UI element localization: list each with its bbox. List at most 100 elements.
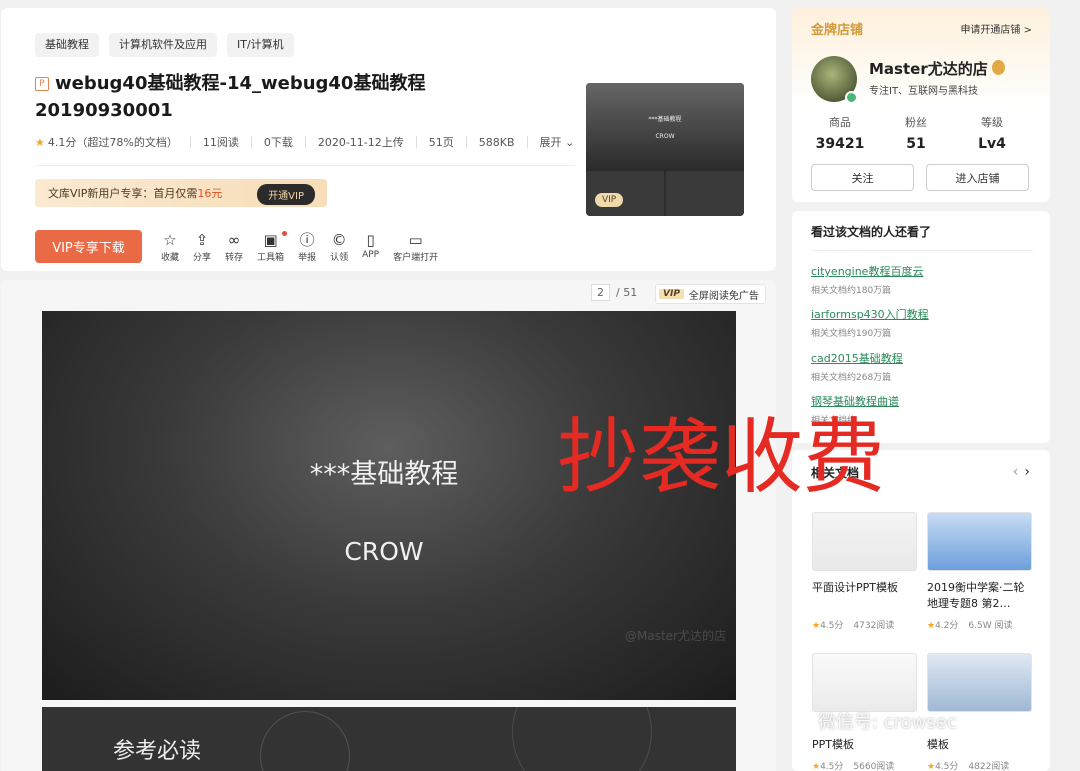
shop-name[interactable]: Master尤达的店: [869, 58, 988, 79]
tool-label: 分享: [193, 253, 212, 263]
rating-star-icon: ★: [812, 621, 821, 631]
tool-label: 举报: [298, 253, 317, 263]
slide-page: 参考必读: [42, 707, 736, 771]
related-doc-thumbnail: [927, 512, 1032, 571]
divider: [304, 136, 306, 148]
shop-description: 专注IT、互联网与黑科技: [869, 86, 979, 97]
tag-item[interactable]: 基础教程: [35, 33, 99, 57]
related-doc-thumbnail: [927, 653, 1032, 712]
chevron-right-icon[interactable]: ›: [1024, 464, 1030, 480]
tool-report[interactable]: ⓘ 举报: [298, 231, 317, 264]
tool-save-to[interactable]: ∞ 转存: [225, 232, 243, 264]
wechat-watermark: 微信号: crowsec: [818, 712, 957, 733]
fullscreen-read-label: 全屏阅读免广告: [688, 290, 759, 302]
tool-claim[interactable]: © 认领: [330, 231, 349, 264]
star-icon: ☆: [163, 231, 177, 249]
section-divider: [35, 165, 575, 166]
slide-page: ***基础教程 CROW @Master尤达的店: [42, 311, 736, 700]
document-info-card: 基础教程 计算机软件及应用 IT/计算机 Pwebug40基础教程-14_web…: [1, 8, 776, 271]
phone-icon: ▯: [366, 231, 375, 249]
ppt-file-icon: P: [35, 77, 49, 91]
vip-download-button[interactable]: VIP专享下载: [35, 230, 142, 263]
expand-toggle[interactable]: 展开 ⌄: [540, 134, 575, 150]
document-viewer: 2 / 51 VIP 全屏阅读免广告 ***基础教程 CROW @Master尤…: [1, 280, 776, 771]
tag-list: 基础教程 计算机软件及应用 IT/计算机: [35, 33, 294, 57]
chevron-left-icon[interactable]: ‹: [1013, 464, 1019, 480]
vip-promo-banner[interactable]: 文库VIP新用户专享：首月仅需 16元 开通VIP: [35, 179, 327, 207]
tool-label: 认领: [330, 253, 349, 263]
fullscreen-read-button[interactable]: VIP 全屏阅读免广告: [655, 284, 766, 304]
tool-label: APP: [362, 250, 380, 260]
rating-star-icon: ★: [35, 135, 45, 149]
current-page-input[interactable]: 2: [591, 284, 610, 301]
follow-button[interactable]: 关注: [811, 164, 914, 191]
related-doc-reads: 6.5W 阅读: [968, 621, 1013, 631]
also-viewed-link[interactable]: cad2015基础教程: [811, 350, 903, 366]
tool-client-open[interactable]: ▭ 客户端打开: [393, 231, 438, 264]
decorative-circle: [260, 711, 350, 771]
also-viewed-link[interactable]: iarformsp430入门教程: [811, 306, 929, 322]
related-doc-title: 2019衡中学案·二轮地理专题8 第2…: [927, 581, 1025, 610]
list-item[interactable]: cad2015基础教程 相关文档约268万篇: [811, 350, 903, 383]
vip-promo-price: 16元: [197, 187, 223, 200]
tool-bar: ☆ 收藏 ⇪ 分享 ∞ 转存 ▣ 工具箱 ⓘ 举报 © 认领 ▯ APP ▭ 客…: [161, 231, 452, 264]
tag-item[interactable]: 计算机软件及应用: [109, 33, 217, 57]
title-block: Pwebug40基础教程-14_webug40基础教程20190930001: [35, 70, 555, 124]
tag-item[interactable]: IT/计算机: [227, 33, 294, 57]
divider: [250, 136, 252, 148]
divider: [811, 250, 1033, 251]
open-vip-button[interactable]: 开通VIP: [257, 184, 315, 205]
report-icon: ⓘ: [299, 231, 315, 249]
slide-title: 参考必读: [113, 739, 202, 764]
medal-icon: [992, 60, 1005, 75]
related-doc-item[interactable]: 2019衡中学案·二轮地理专题8 第2… ★4.2分 6.5W 阅读: [927, 512, 1032, 631]
expand-label: 展开: [539, 136, 562, 149]
notification-dot: [282, 231, 288, 236]
document-upload-date: 2020-11-12上传: [317, 136, 404, 149]
apply-shop-link[interactable]: 申请开通店铺 >: [960, 21, 1032, 36]
document-thumbnail[interactable]: ***基础教程 CROW VIP: [586, 83, 744, 216]
document-meta: ★ 4.1分（超过78%的文档） 11阅读 0下载 2020-11-12上传 5…: [35, 134, 574, 150]
stat-fans: 粉丝 51: [881, 114, 951, 152]
also-viewed-card: 看过该文档的人还看了 cityengine教程百度云 相关文档约180万篇 ia…: [792, 211, 1050, 443]
also-viewed-count: 相关文档约190万篇: [811, 329, 892, 339]
related-doc-title: 平面设计PPT模板: [812, 581, 898, 594]
tool-share[interactable]: ⇪ 分享: [193, 232, 212, 264]
related-doc-item[interactable]: 平面设计PPT模板 ★4.5分 4732阅读: [812, 512, 917, 631]
list-item[interactable]: iarformsp430入门教程 相关文档约190万篇: [811, 306, 929, 339]
related-doc-rating: 4.5分: [935, 762, 959, 771]
toolbox-icon: ▣: [263, 231, 278, 249]
shop-card: 金牌店铺 申请开通店铺 > Master尤达的店 专注IT、互联网与黑科技 商品…: [792, 8, 1050, 202]
stat-label: 等级: [981, 116, 1003, 129]
divider: [526, 136, 528, 148]
document-pages: 51页: [428, 136, 454, 149]
document-downloads: 0下载: [263, 136, 293, 149]
thumbnail-vip-badge: VIP: [595, 193, 624, 207]
monitor-icon: ▭: [408, 231, 423, 249]
tool-collect[interactable]: ☆ 收藏: [161, 231, 180, 264]
document-rating: 4.1分（超过78%的文档）: [47, 136, 178, 149]
tool-app[interactable]: ▯ APP: [362, 232, 379, 263]
related-doc-thumbnail: [812, 653, 917, 712]
overlay-annotation-text: 抄袭收费: [557, 410, 886, 505]
enter-shop-button[interactable]: 进入店铺: [926, 164, 1029, 191]
vip-badge: VIP: [659, 289, 684, 299]
also-viewed-link[interactable]: 钢琴基础教程曲谱: [811, 393, 899, 409]
list-item[interactable]: cityengine教程百度云 相关文档约180万篇: [811, 263, 923, 296]
tool-toolbox[interactable]: ▣ 工具箱: [257, 231, 288, 263]
tool-label: 工具箱: [257, 253, 285, 263]
document-size: 588KB: [478, 135, 515, 149]
shop-stats: 商品 39421 粉丝 51 等级 Lv4: [805, 114, 1027, 152]
gold-shop-label: 金牌店铺: [811, 23, 864, 38]
copyright-icon: ©: [331, 231, 347, 249]
page-indicator: 2 / 51: [591, 284, 637, 301]
rating-star-icon: ★: [812, 762, 821, 771]
related-doc-rating: 4.5分: [820, 621, 844, 631]
rating-star-icon: ★: [927, 621, 936, 631]
also-viewed-link[interactable]: cityengine教程百度云: [811, 263, 923, 279]
tool-label: 收藏: [161, 253, 180, 263]
document-title: webug40基础教程-14_webug40基础教程20190930001: [35, 73, 426, 121]
stat-value: Lv4: [978, 136, 1006, 152]
related-doc-reads: 4822阅读: [968, 762, 1010, 771]
related-doc-rating: 4.5分: [820, 762, 844, 771]
